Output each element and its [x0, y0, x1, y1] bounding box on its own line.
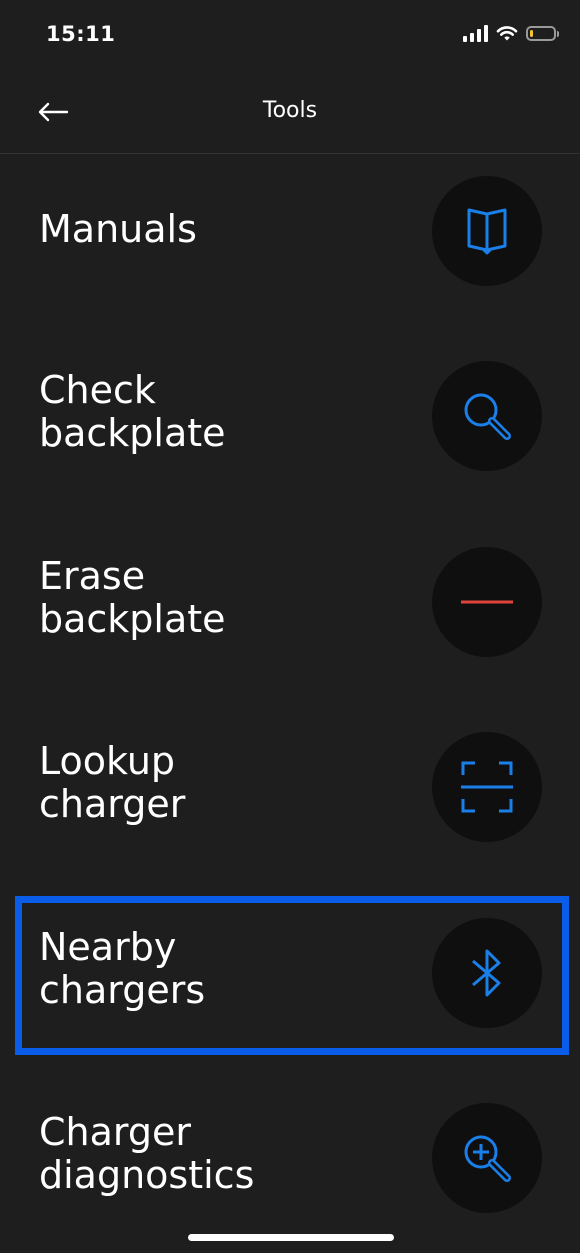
tool-icon-circle [432, 176, 542, 286]
scan-icon [461, 761, 513, 813]
tool-label: Manuals [39, 207, 197, 251]
tool-item-erase-backplate[interactable]: Erase backplate [0, 492, 580, 678]
tool-item-nearby-chargers[interactable]: Nearby chargers [0, 863, 580, 1049]
search-icon [464, 393, 511, 440]
header: Tools [0, 72, 580, 154]
tool-label: Charger diagnostics [39, 1110, 255, 1197]
wifi-icon [496, 25, 518, 40]
tool-item-charger-diagnostics[interactable]: Charger diagnostics [0, 1048, 580, 1234]
status-time: 15:11 [46, 22, 116, 46]
tool-label: Nearby chargers [39, 924, 206, 1012]
tool-label: Lookup charger [39, 739, 186, 826]
tool-item-manuals[interactable]: Manuals [0, 154, 580, 306]
battery-fill [530, 29, 533, 37]
battery-icon [526, 25, 559, 41]
tool-icon-circle [432, 361, 542, 471]
page-title: Tools [262, 98, 318, 123]
signal-icon [463, 24, 488, 42]
bluetooth-icon [472, 949, 501, 996]
tool-item-lookup-charger[interactable]: Lookup charger [0, 677, 580, 863]
status-bar: 15:11 [0, 0, 580, 72]
minus-icon [461, 600, 513, 603]
tool-icon-circle [432, 732, 542, 842]
book-icon [467, 208, 507, 255]
zoom-in-icon [464, 1135, 511, 1182]
status-icons [463, 24, 559, 42]
tool-icon-circle [432, 1103, 542, 1213]
tool-list: Manuals Check backplate Erase backplate … [0, 154, 580, 1234]
home-indicator[interactable] [188, 1234, 394, 1241]
tool-icon-circle [432, 917, 542, 1028]
tool-item-check-backplate[interactable]: Check backplate [0, 306, 580, 492]
tool-label: Check backplate [39, 368, 226, 455]
tool-icon-circle [432, 546, 542, 657]
tool-label: Erase backplate [39, 553, 226, 641]
